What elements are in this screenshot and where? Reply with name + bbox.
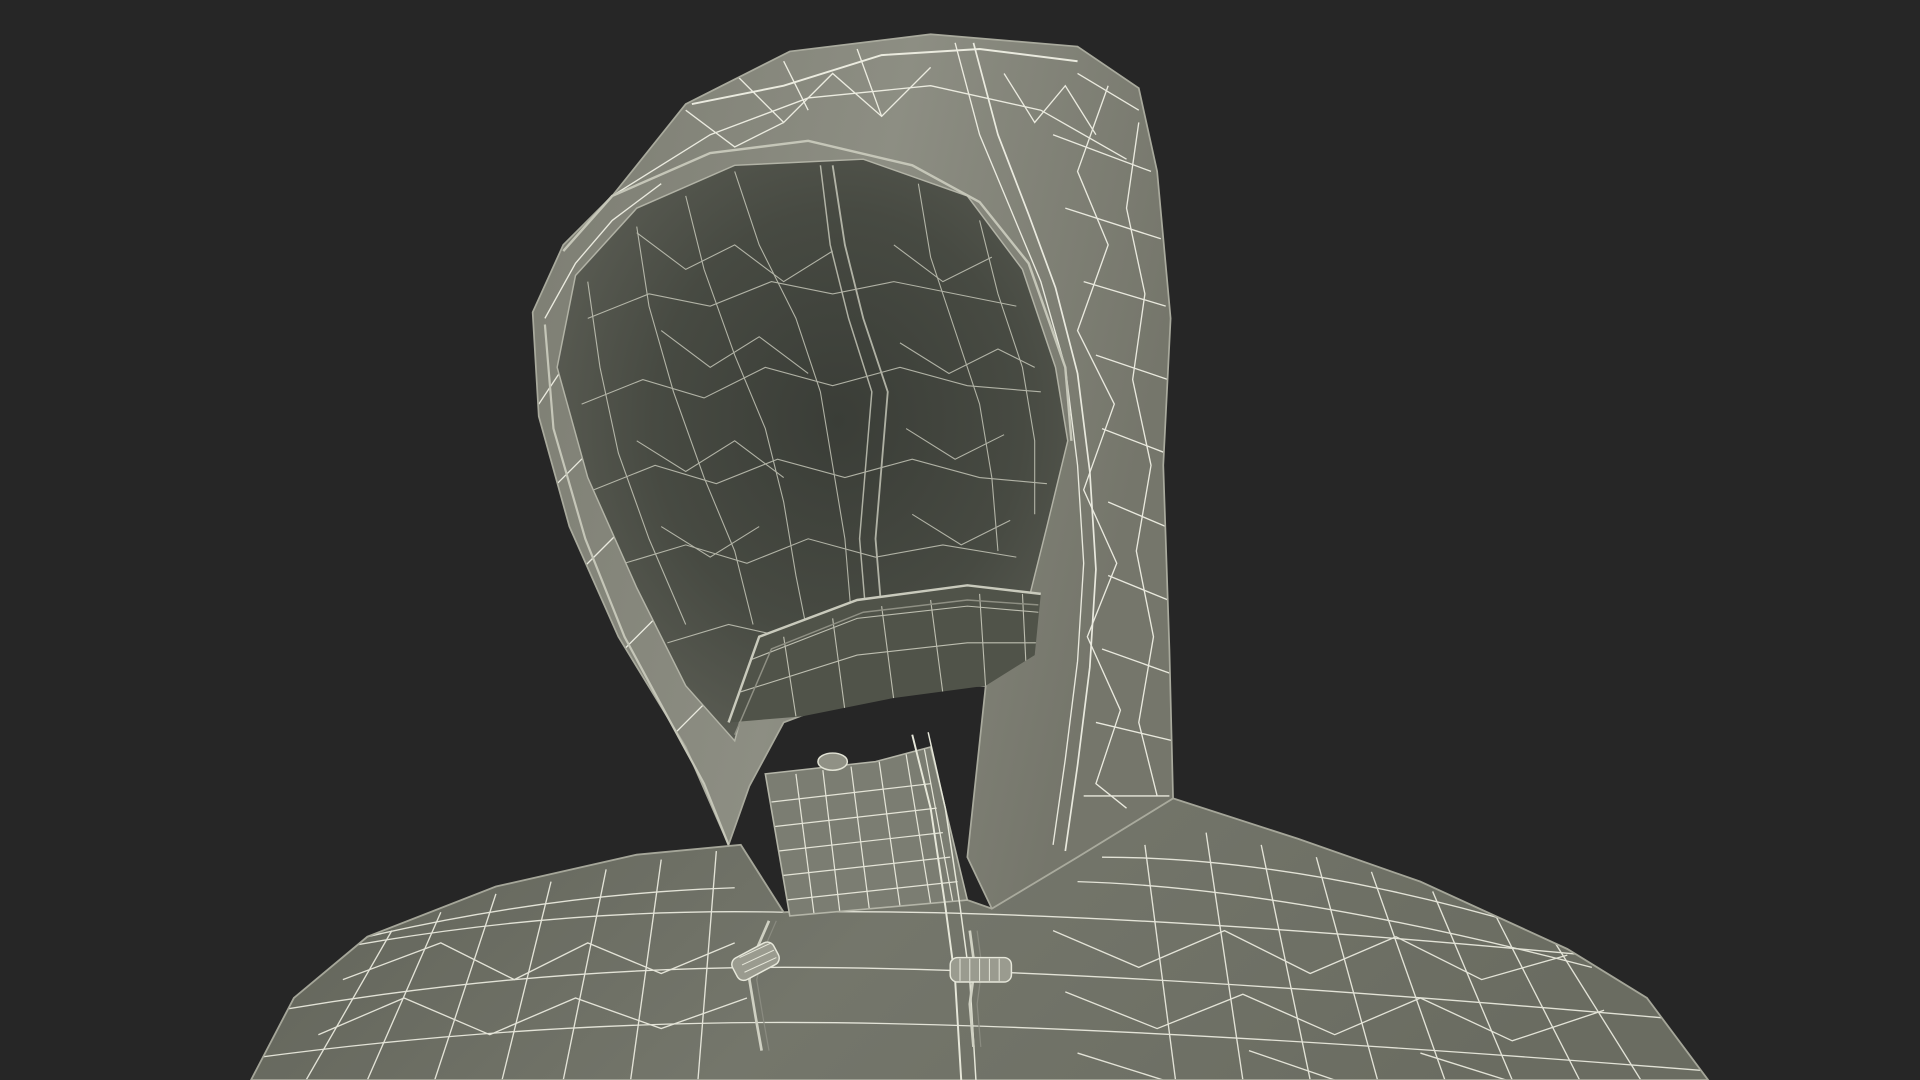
jacket-wireframe-render <box>0 0 1920 1080</box>
cord-toggle-right <box>949 956 1013 983</box>
zipper-pull <box>817 752 849 771</box>
render-viewport <box>0 0 1920 1080</box>
